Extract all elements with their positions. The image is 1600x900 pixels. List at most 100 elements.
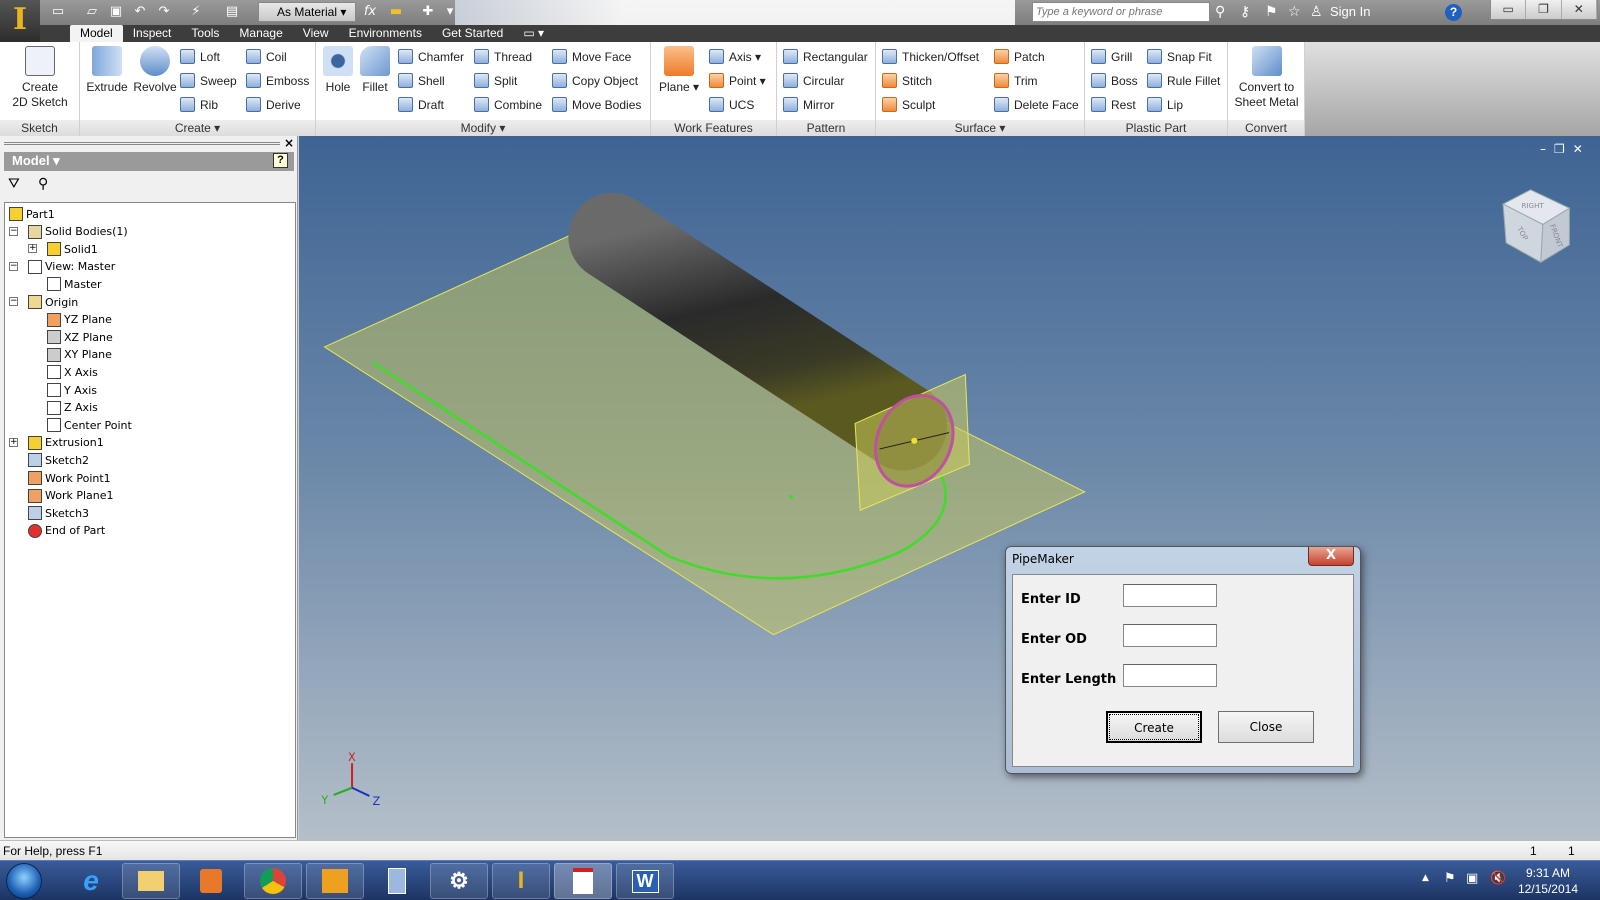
circular-pattern-button[interactable]: Circular	[783, 73, 844, 88]
binoculars-icon[interactable]: ⚲	[1215, 4, 1225, 20]
ribbon-display-icon[interactable]: ▭ ▾	[513, 25, 554, 42]
thread-button[interactable]: Thread	[474, 49, 532, 64]
fx-parameters-icon[interactable]: fx	[362, 4, 378, 20]
tab-inspect[interactable]: Inspect	[123, 25, 182, 42]
browser-close-button[interactable]: ×	[284, 136, 294, 150]
tree-node[interactable]: Center Point	[47, 416, 132, 434]
stitch-button[interactable]: Stitch	[882, 73, 932, 88]
undo-icon[interactable]: ↶	[132, 4, 148, 20]
taskbar-internet-explorer[interactable]: e	[62, 863, 120, 899]
tree-node[interactable]: Part1	[9, 205, 55, 223]
tree-node[interactable]: X Axis	[47, 363, 98, 381]
tree-node[interactable]: Sketch3	[28, 504, 89, 522]
tab-environments[interactable]: Environments	[339, 25, 432, 42]
tree-node[interactable]: Solid1	[47, 240, 98, 258]
split-button[interactable]: Split	[474, 73, 517, 88]
filter-icon[interactable]: ⛛	[8, 176, 20, 192]
id-input[interactable]	[1123, 584, 1217, 607]
rib-button[interactable]: Rib	[180, 97, 218, 112]
star-icon[interactable]: ☆	[1288, 4, 1301, 20]
taskbar-settings-tool[interactable]: ⚙	[430, 863, 488, 899]
sweep-button[interactable]: Sweep	[180, 73, 237, 88]
volume-muted-icon[interactable]: 🔇	[1490, 871, 1506, 886]
od-input[interactable]	[1123, 624, 1217, 647]
satellite-icon[interactable]: ⚑	[1265, 4, 1278, 20]
hole-button[interactable]: Hole	[320, 46, 356, 95]
minimize-icon[interactable]: ▭	[1491, 0, 1527, 19]
taskbar-calculator[interactable]	[368, 863, 426, 899]
sculpt-button[interactable]: Sculpt	[882, 97, 935, 112]
move-bodies-button[interactable]: Move Bodies	[552, 97, 641, 112]
action-center-flag-icon[interactable]: ⚑	[1444, 871, 1456, 886]
viewport-restore-icon[interactable]: ❐	[1554, 142, 1565, 156]
tree-node[interactable]: Work Point1	[28, 469, 111, 487]
key-icon[interactable]: ⚷	[1240, 4, 1250, 20]
plane-button[interactable]: Plane ▾	[657, 46, 701, 95]
dialog-close-button[interactable]: X	[1308, 547, 1354, 566]
tree-node[interactable]: Z Axis	[47, 399, 98, 417]
panel-label[interactable]: Create ▾	[80, 120, 315, 136]
tab-manage[interactable]: Manage	[229, 25, 292, 42]
measure-icon[interactable]: ▬	[388, 4, 404, 20]
show-hidden-icons[interactable]: ▲	[1422, 873, 1429, 883]
graphics-viewport[interactable]	[299, 136, 1600, 840]
trim-button[interactable]: Trim	[994, 73, 1038, 88]
axis-button[interactable]: Axis ▾	[709, 49, 761, 64]
move-face-button[interactable]: Move Face	[552, 49, 631, 64]
rule-fillet-button[interactable]: Rule Fillet	[1147, 73, 1220, 88]
coil-button[interactable]: Coil	[246, 49, 287, 64]
taskbar-media-player[interactable]	[182, 863, 240, 899]
help-icon[interactable]: ?	[1445, 4, 1462, 21]
viewport-close-icon[interactable]: ✕	[1573, 142, 1583, 156]
convert-to-sheet-metal-button[interactable]: Convert to Sheet Metal	[1230, 46, 1303, 110]
taskbar-chrome[interactable]	[244, 863, 302, 899]
tree-node[interactable]: View: Master	[28, 258, 115, 276]
collapse-icon[interactable]: −	[9, 297, 18, 306]
copy-object-button[interactable]: Copy Object	[552, 73, 638, 88]
create-2d-sketch-button[interactable]: Create 2D Sketch	[8, 46, 72, 110]
tab-tools[interactable]: Tools	[181, 25, 229, 42]
application-menu-button[interactable]: I	[0, 0, 40, 42]
tree-node[interactable]: Y Axis	[47, 381, 97, 399]
tab-view[interactable]: View	[293, 25, 339, 42]
emboss-button[interactable]: Emboss	[246, 73, 309, 88]
extrude-button[interactable]: Extrude	[84, 46, 130, 95]
help-search-input[interactable]	[1032, 2, 1210, 22]
close-icon[interactable]: ✕	[1562, 0, 1597, 19]
mirror-button[interactable]: Mirror	[783, 97, 834, 112]
tree-node[interactable]: Master	[47, 275, 102, 293]
tree-node[interactable]: Origin	[28, 293, 78, 311]
draft-button[interactable]: Draft	[398, 97, 444, 112]
chamfer-button[interactable]: Chamfer	[398, 49, 464, 64]
taskbar-outlook[interactable]	[306, 863, 364, 899]
viewport-minimize-icon[interactable]: –	[1540, 142, 1546, 156]
tree-node[interactable]: XY Plane	[47, 346, 112, 364]
taskbar-inventor[interactable]: I	[492, 863, 550, 899]
open-icon[interactable]: ▱	[84, 4, 100, 20]
tab-model[interactable]: Model	[70, 25, 123, 42]
tree-node[interactable]: Solid Bodies(1)	[28, 223, 128, 241]
point-button[interactable]: Point ▾	[709, 73, 766, 88]
length-input[interactable]	[1123, 664, 1217, 687]
boss-button[interactable]: Boss	[1091, 73, 1138, 88]
restore-icon[interactable]: ❐	[1526, 0, 1562, 19]
combine-button[interactable]: Combine	[474, 97, 542, 112]
create-button[interactable]: Create	[1106, 711, 1202, 743]
tree-node[interactable]: Work Plane1	[28, 487, 114, 505]
browser-title-dropdown[interactable]: Model ▾	[12, 153, 60, 168]
redo-icon[interactable]: ↷	[156, 4, 172, 20]
update-icon[interactable]: ⚡	[188, 4, 204, 20]
expand-icon[interactable]: +	[9, 437, 18, 447]
tree-node[interactable]: XZ Plane	[47, 328, 113, 346]
system-clock[interactable]: 9:31 AM 12/15/2014	[1518, 865, 1578, 897]
taskbar-vba-editor[interactable]	[554, 863, 612, 899]
select-icon[interactable]: ▤	[224, 4, 240, 20]
tree-node[interactable]: YZ Plane	[47, 311, 112, 329]
delete-face-button[interactable]: Delete Face	[994, 97, 1079, 112]
grill-button[interactable]: Grill	[1091, 49, 1132, 64]
tree-node[interactable]: Sketch2	[28, 451, 89, 469]
thicken-offset-button[interactable]: Thicken/Offset	[882, 49, 979, 64]
patch-button[interactable]: Patch	[994, 49, 1045, 64]
taskbar-word[interactable]: W	[616, 863, 674, 899]
taskbar-file-explorer[interactable]	[122, 863, 180, 899]
